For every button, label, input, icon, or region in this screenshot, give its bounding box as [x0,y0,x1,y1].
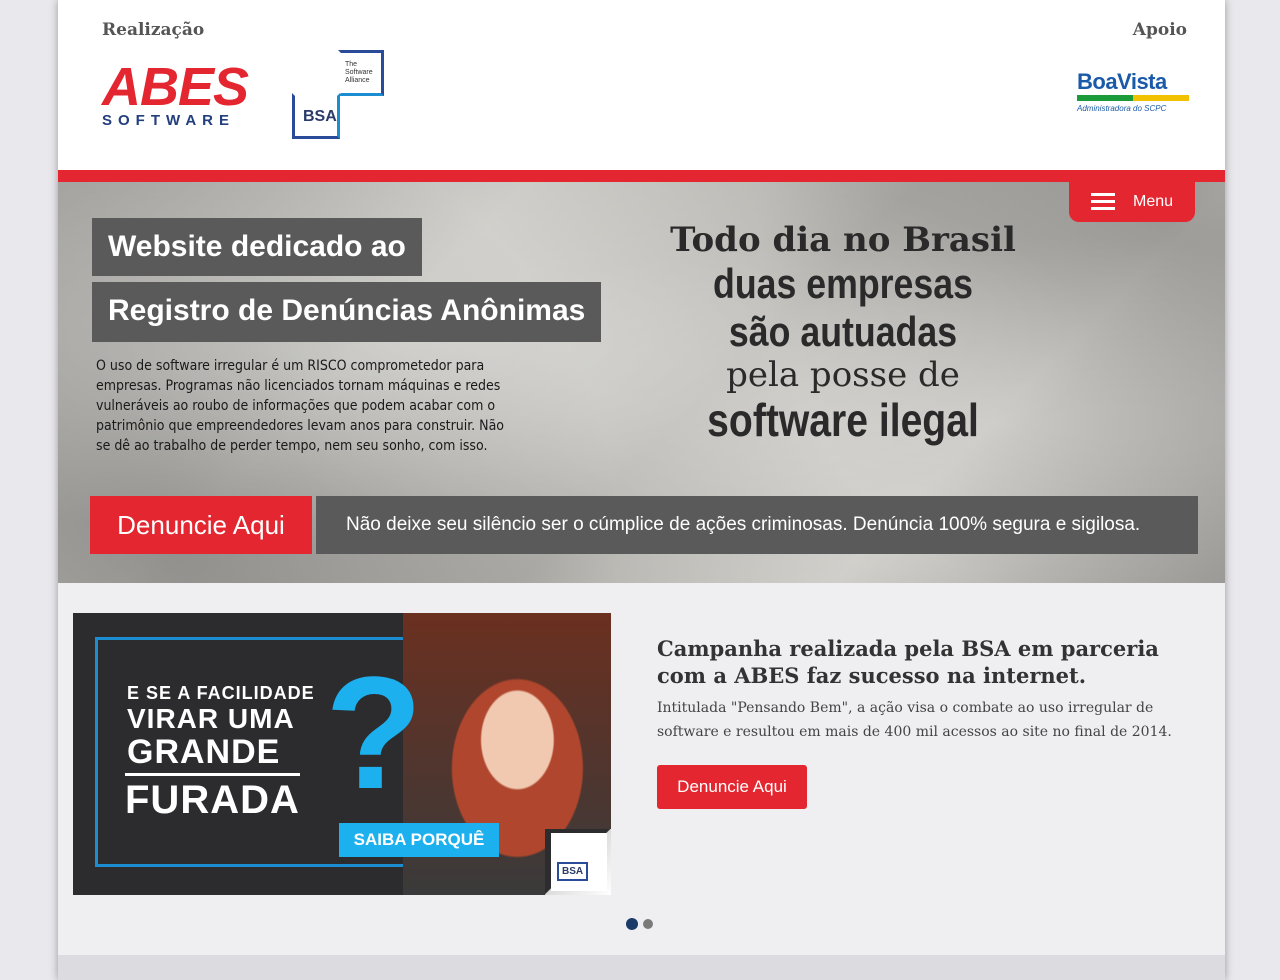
abes-logo-sub: SOFTWARE [102,112,235,129]
menu-label: Menu [1133,193,1174,210]
hero-box-website: Website dedicado ao [92,218,422,276]
slider-dot-1[interactable] [626,918,638,930]
hero-box-registro: Registro de Denúncias Anônimas [92,282,602,342]
hero-denuncie-button[interactable]: Denuncie Aqui [90,496,312,554]
abes-logo[interactable]: ABES SOFTWARE [102,57,252,129]
news-slider: E SE A FACILIDADE VIRAR UMA GRANDE FURAD… [58,583,1225,955]
bsa-logo[interactable]: The Software Alliance BSA [292,47,386,141]
bsa-logo-top-box: The Software Alliance [338,50,384,96]
promo-line-2: VIRAR UMA [127,703,295,734]
boavista-tagline: Administradora do SCPC [1077,104,1167,113]
slogan-line-2: duas empresas [713,260,973,307]
boavista-name: BoaVista [1077,69,1167,94]
news-denuncie-button[interactable]: Denuncie Aqui [657,765,807,809]
promo-bsa-text: BSA [557,862,589,881]
hamburger-menu-icon [1091,193,1115,211]
news-body: Intitulada "Pensando Bem", a ação visa o… [657,700,1172,740]
page-container: Realização Apoio ABES SOFTWARE The Softw… [58,0,1225,980]
hero-slogan: Todo dia no Brasil duas empresas são aut… [648,220,1038,446]
hero-paragraph: O uso de software irregular é um RISCO c… [96,358,504,454]
promo-line-1: E SE A FACILIDADE [123,683,319,704]
promo-bsa-logo: BSA [551,833,607,891]
promo-line-3: GRANDE [127,733,281,771]
abes-logo-word: ABES [102,57,249,117]
slogan-line-4: pela posse de [726,355,960,395]
promo-image[interactable]: E SE A FACILIDADE VIRAR UMA GRANDE FURAD… [73,613,611,895]
bsa-short-text: BSA [303,108,337,125]
slogan-line-3: são autuadas [728,308,958,355]
menu-button[interactable]: Menu [1069,182,1195,222]
slider-dots [626,918,653,930]
slogan-line-1: Todo dia no Brasil [670,220,1016,260]
hero-cta-message: Não deixe seu silêncio ser o cúmplice de… [316,496,1198,554]
boavista-logo[interactable]: BoaVista Administradora do SCPC [1077,70,1189,113]
boavista-color-bar [1077,95,1189,101]
footer-strip [58,955,1225,980]
slider-dot-2[interactable] [643,919,653,929]
promo-line-4: FURADA [125,773,300,823]
news-title: Campanha realizada pela BSA em parceria … [657,636,1159,688]
apoio-label: Apoio [1132,20,1187,40]
question-mark-icon: ? [325,643,423,822]
red-divider [58,170,1225,182]
bsa-logo-bottom-box: BSA [292,93,340,139]
saiba-porque-button[interactable]: SAIBA PORQUÊ [339,823,499,857]
realizacao-label: Realização [102,20,205,40]
bsa-alliance-text: The Software Alliance [345,61,373,84]
hero-banner: Menu Website dedicado ao Registro de Den… [58,182,1225,583]
slogan-line-5: software ilegal [707,394,979,446]
